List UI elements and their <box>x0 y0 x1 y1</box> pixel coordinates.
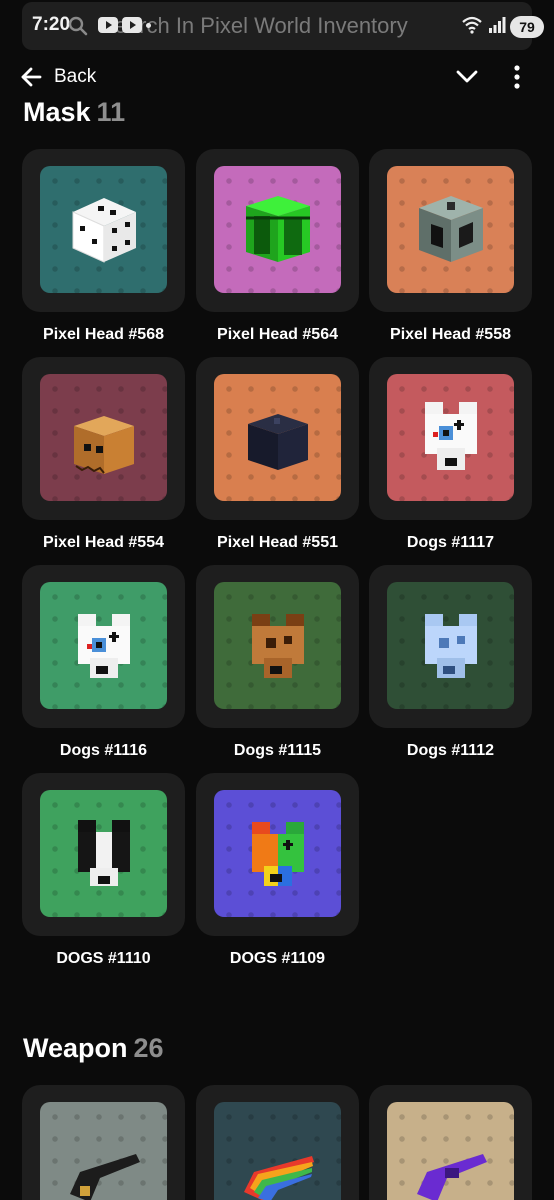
card-tile <box>196 1085 359 1200</box>
item-name: Pixel Head #554 <box>43 534 164 551</box>
mask-grid: Pixel Head #568 Pixel Head #564 Pixel He… <box>22 149 532 969</box>
section-count: 26 <box>133 1033 164 1063</box>
item-name: DOGS #1109 <box>229 950 326 967</box>
card-tile <box>369 1085 532 1200</box>
weapon-grid <box>22 1085 532 1200</box>
notification-icons <box>98 17 151 33</box>
card-art <box>387 1102 514 1200</box>
card-art <box>40 1102 167 1200</box>
card-art <box>214 790 341 917</box>
inventory-card[interactable]: Dogs #1115 <box>196 565 359 760</box>
item-name: Pixel Head #551 <box>217 534 338 551</box>
inventory-card[interactable] <box>22 1085 185 1200</box>
card-tile <box>369 357 532 520</box>
card-art <box>387 166 514 293</box>
section-title-mask: Mask 11 <box>23 97 125 128</box>
item-name: DOGS #1110 <box>56 950 151 967</box>
search-icon <box>68 16 88 36</box>
inventory-card[interactable] <box>196 1085 359 1200</box>
youtube-notification-icon <box>122 17 142 33</box>
chevron-down-icon[interactable] <box>454 64 480 90</box>
card-art <box>40 166 167 293</box>
blue-dog-icon <box>425 614 477 678</box>
inventory-card[interactable]: Pixel Head #554 <box>22 357 185 552</box>
card-art <box>214 166 341 293</box>
section-title-label: Mask <box>23 97 91 127</box>
back-arrow-icon <box>21 67 42 87</box>
item-name: Dogs #1116 <box>59 742 148 759</box>
youtube-notification-icon <box>98 17 118 33</box>
item-name: Pixel Head #558 <box>390 326 511 343</box>
card-tile <box>369 565 532 728</box>
card-tile <box>22 773 185 936</box>
purple-revolver-icon <box>417 1154 487 1200</box>
green-chest-icon <box>246 196 310 262</box>
item-name: Dogs #1112 <box>406 742 495 759</box>
rainbow-revolver-icon <box>244 1156 314 1200</box>
white-dog-icon <box>78 614 130 678</box>
section-title-label: Weapon <box>23 1033 128 1063</box>
section-title-weapon: Weapon 26 <box>23 1033 164 1064</box>
more-notifications-icon <box>146 23 151 28</box>
item-name: Dogs #1115 <box>233 742 322 759</box>
card-tile <box>196 149 359 312</box>
wifi-icon <box>462 16 482 34</box>
back-label: Back <box>54 66 97 87</box>
inventory-card[interactable]: DOGS #1110 <box>22 773 185 968</box>
card-tile <box>22 149 185 312</box>
dice-icon <box>72 198 136 263</box>
black-revolver-icon <box>70 1154 140 1200</box>
section-count: 11 <box>96 97 126 127</box>
item-name: Dogs #1117 <box>406 534 495 551</box>
inventory-card[interactable]: Pixel Head #558 <box>369 149 532 344</box>
white-dog-icon <box>425 402 477 470</box>
card-tile <box>196 773 359 936</box>
inventory-card[interactable]: Pixel Head #551 <box>196 357 359 552</box>
brown-dog-icon <box>252 614 304 678</box>
status-time: 7:20 <box>32 14 71 35</box>
inventory-card[interactable]: Dogs #1112 <box>369 565 532 760</box>
search-bar[interactable]: 7:20 Search In Pixel World Inventory 79 <box>22 2 544 50</box>
rainbow-dog-icon <box>252 822 304 886</box>
signal-icon <box>489 17 506 33</box>
card-tile <box>369 149 532 312</box>
item-name: Pixel Head #568 <box>43 326 164 343</box>
battery-indicator: 79 <box>510 16 544 38</box>
card-tile <box>196 357 359 520</box>
back-button[interactable]: Back <box>20 62 96 92</box>
inventory-card[interactable]: Dogs #1116 <box>22 565 185 760</box>
card-art <box>214 582 341 709</box>
card-art <box>214 1102 341 1200</box>
black-dog-icon <box>78 820 130 886</box>
card-tile <box>196 565 359 728</box>
card-art <box>40 374 167 501</box>
card-tile <box>22 357 185 520</box>
card-art <box>387 582 514 709</box>
inventory-screen: 7:20 Search In Pixel World Inventory 79 <box>0 0 554 1200</box>
card-art <box>387 374 514 501</box>
inventory-card[interactable]: Pixel Head #568 <box>22 149 185 344</box>
pumpkin-box-icon <box>74 416 134 474</box>
card-art <box>40 582 167 709</box>
inventory-card[interactable]: Pixel Head #564 <box>196 149 359 344</box>
card-art <box>40 790 167 917</box>
inventory-card[interactable]: DOGS #1109 <box>196 773 359 968</box>
more-vert-icon[interactable] <box>508 64 526 90</box>
card-tile <box>22 1085 185 1200</box>
card-tile <box>22 565 185 728</box>
inventory-card[interactable] <box>369 1085 532 1200</box>
metal-cube-icon <box>419 196 483 262</box>
card-art <box>214 374 341 501</box>
item-name: Pixel Head #564 <box>217 326 338 343</box>
dark-cube-icon <box>248 414 308 470</box>
inventory-card[interactable]: Dogs #1117 <box>369 357 532 552</box>
